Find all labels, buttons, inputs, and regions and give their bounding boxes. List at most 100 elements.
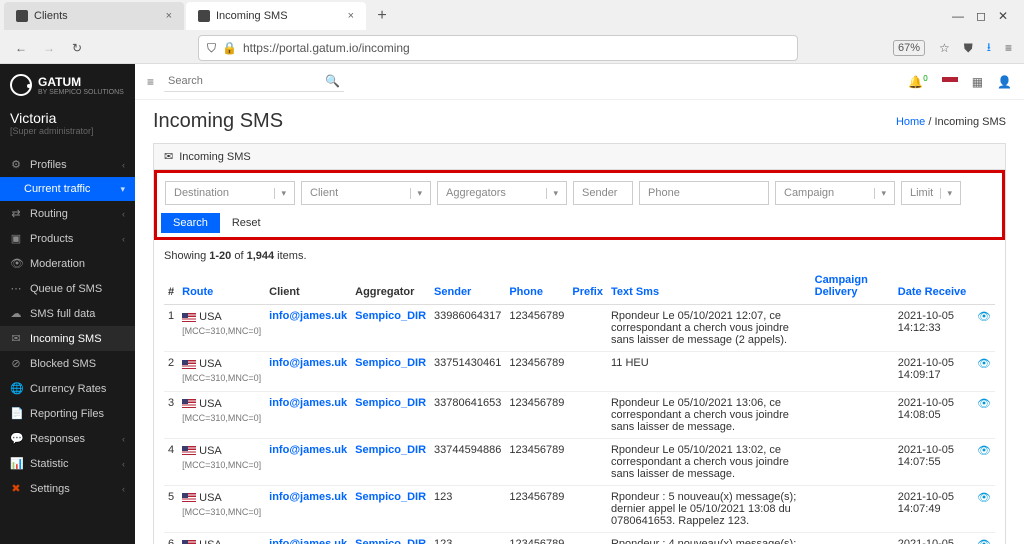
aggregator-link[interactable]: Sempico_DIR	[355, 491, 426, 503]
eye-icon[interactable]: 👁	[977, 311, 991, 323]
close-icon[interactable]: ×	[166, 10, 172, 22]
cell-client: info@james.uk	[265, 352, 351, 392]
nav-blocked-sms[interactable]: ⊘Blocked SMS	[0, 351, 135, 376]
close-icon[interactable]: ×	[348, 10, 354, 22]
back-icon[interactable]: ←	[12, 41, 30, 55]
aggregator-link[interactable]: Sempico_DIR	[355, 444, 426, 456]
cell-phone: 123456789	[505, 485, 568, 532]
flag-icon	[182, 399, 196, 408]
filter-limit[interactable]: Limit▾	[901, 181, 961, 205]
cell-route: USA[MCC=310,MNC=0]	[178, 352, 265, 392]
table-row: 5USA[MCC=310,MNC=0]info@james.ukSempico_…	[164, 485, 995, 532]
menu-toggle-icon[interactable]: ≡	[147, 75, 154, 89]
notification-icon[interactable]: 🔔0	[908, 74, 927, 89]
cell-date: 2021-10-05 14:08:05	[894, 391, 973, 438]
col-phone[interactable]: Phone	[505, 268, 568, 305]
browser-tab-clients[interactable]: Clients ×	[4, 2, 184, 30]
cell-sender: 33744594886	[430, 438, 505, 485]
nav-moderation[interactable]: 👁Moderation	[0, 251, 135, 276]
reset-button[interactable]: Reset	[220, 213, 273, 233]
nav-currency[interactable]: 🌐Currency Rates	[0, 376, 135, 401]
col-text[interactable]: Text Sms	[607, 268, 811, 305]
aggregator-link[interactable]: Sempico_DIR	[355, 538, 426, 544]
eye-icon[interactable]: 👁	[977, 398, 991, 410]
filter-sender[interactable]: Sender	[573, 181, 633, 205]
client-link[interactable]: info@james.uk	[269, 310, 347, 322]
nav-statistic[interactable]: 📊Statistic‹	[0, 451, 135, 476]
filter-aggregators[interactable]: Aggregators▾	[437, 181, 567, 205]
col-date[interactable]: Date Receive	[894, 268, 973, 305]
client-link[interactable]: info@james.uk	[269, 397, 347, 409]
breadcrumb-home[interactable]: Home	[896, 116, 925, 128]
download-icon[interactable]: ⭳	[987, 38, 991, 59]
eye-icon[interactable]: 👁	[977, 539, 991, 544]
maximize-icon[interactable]: ◻	[976, 9, 986, 23]
client-link[interactable]: info@james.uk	[269, 357, 347, 369]
reload-icon[interactable]: ↻	[68, 41, 86, 55]
pocket-icon[interactable]: ⛊	[964, 41, 973, 56]
nav-current-traffic[interactable]: Current traffic▾	[0, 177, 135, 201]
eye-icon[interactable]: 👁	[977, 492, 991, 504]
aggregator-link[interactable]: Sempico_DIR	[355, 397, 426, 409]
filter-campaign[interactable]: Campaign▾	[775, 181, 895, 205]
nav-reporting[interactable]: 📄Reporting Files	[0, 401, 135, 426]
nav-sms-full[interactable]: ☁SMS full data	[0, 301, 135, 326]
chevron-left-icon: ‹	[122, 434, 125, 444]
file-icon: 📄	[10, 407, 22, 420]
tab-title: Clients	[34, 10, 68, 22]
cell-route: USA[MCC=310,MNC=0]	[178, 391, 265, 438]
aggregator-link[interactable]: Sempico_DIR	[355, 310, 426, 322]
logo: GATUM BY SEMPICO SOLUTIONS	[0, 64, 135, 106]
nav-responses[interactable]: 💬Responses‹	[0, 426, 135, 451]
url-text: https://portal.gatum.io/incoming	[243, 41, 789, 55]
client-link[interactable]: info@james.uk	[269, 444, 347, 456]
cell-text: Rpondeur : 4 nouveau(x) message(s); dern…	[607, 532, 811, 544]
col-route[interactable]: Route	[178, 268, 265, 305]
aggregator-link[interactable]: Sempico_DIR	[355, 357, 426, 369]
cell-num: 6	[164, 532, 178, 544]
nav-queue[interactable]: ⋯Queue of SMS	[0, 276, 135, 301]
nav-routing[interactable]: ⇄Routing‹	[0, 201, 135, 226]
search-input[interactable]	[164, 71, 344, 92]
col-prefix[interactable]: Prefix	[568, 268, 607, 305]
eye-icon[interactable]: 👁	[977, 445, 991, 457]
client-link[interactable]: info@james.uk	[269, 538, 347, 544]
search-icon[interactable]: 🔍	[325, 74, 340, 88]
shield-icon[interactable]: ⛉	[207, 41, 216, 56]
close-window-icon[interactable]: ✕	[998, 9, 1008, 23]
cell-view: 👁	[973, 305, 995, 352]
gear-icon: ⚙	[10, 158, 22, 171]
forward-icon[interactable]: →	[40, 41, 58, 55]
browser-tab-incoming[interactable]: Incoming SMS ×	[186, 2, 366, 30]
sidebar: GATUM BY SEMPICO SOLUTIONS Victoria [Sup…	[0, 64, 135, 544]
menu-icon[interactable]: ≡	[1005, 41, 1012, 55]
minimize-icon[interactable]: —	[952, 9, 964, 23]
client-link[interactable]: info@james.uk	[269, 491, 347, 503]
cell-sender: 123	[430, 532, 505, 544]
filter-client[interactable]: Client▾	[301, 181, 431, 205]
nav-settings[interactable]: ✖Settings‹	[0, 476, 135, 501]
grid-icon[interactable]: ▦	[972, 75, 983, 89]
col-num: #	[164, 268, 178, 305]
brand-name: GATUM	[38, 75, 124, 89]
new-tab-button[interactable]: +	[368, 2, 396, 30]
cell-sender: 33986064317	[430, 305, 505, 352]
filter-destination[interactable]: Destination▾	[165, 181, 295, 205]
cell-aggregator: Sempico_DIR	[351, 485, 430, 532]
eye-icon[interactable]: 👁	[977, 358, 991, 370]
nav-incoming-sms[interactable]: ✉Incoming SMS	[0, 326, 135, 351]
flag-icon[interactable]	[942, 77, 958, 87]
col-camp-del[interactable]: Campaign Delivery	[811, 268, 894, 305]
breadcrumb-current: Incoming SMS	[934, 116, 1006, 128]
bookmark-icon[interactable]: ☆	[939, 41, 950, 55]
zoom-level[interactable]: 67%	[893, 40, 925, 56]
address-bar[interactable]: ⛉ 🔒 https://portal.gatum.io/incoming	[198, 35, 798, 61]
search-button[interactable]: Search	[161, 213, 220, 233]
nav-products[interactable]: ▣Products‹	[0, 226, 135, 251]
nav-profiles[interactable]: ⚙Profiles‹	[0, 152, 135, 177]
filter-phone[interactable]: Phone	[639, 181, 769, 205]
col-sender[interactable]: Sender	[430, 268, 505, 305]
user-icon[interactable]: 👤	[997, 75, 1012, 89]
cell-phone: 123456789	[505, 532, 568, 544]
cell-aggregator: Sempico_DIR	[351, 305, 430, 352]
